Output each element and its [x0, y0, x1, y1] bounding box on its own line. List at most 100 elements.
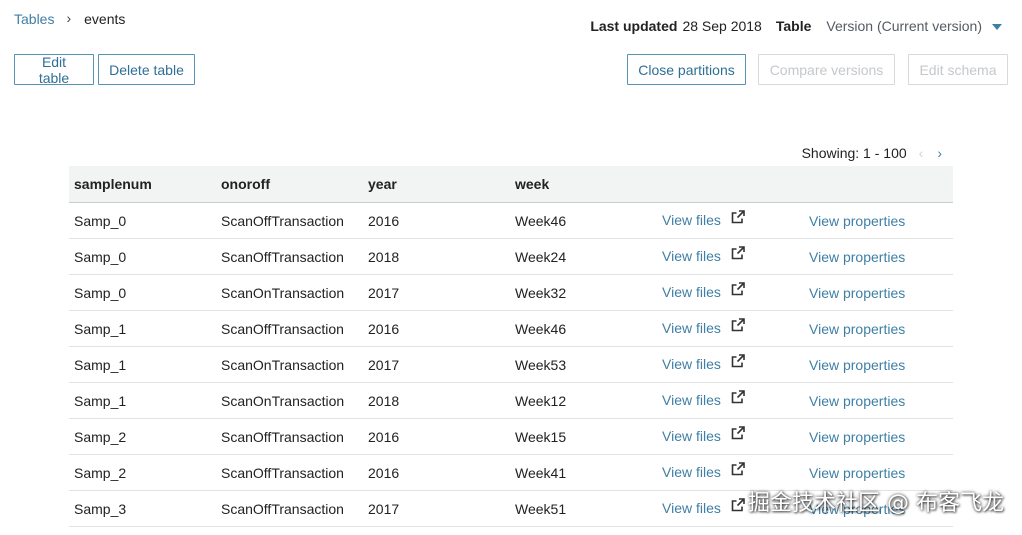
view-files-link[interactable]: View files — [662, 500, 721, 516]
table-cell: ScanOffTransaction — [216, 454, 363, 491]
column-header: onoroff — [216, 166, 363, 203]
view-files-cell: View files — [657, 202, 804, 239]
close-partitions-button[interactable]: Close partitions — [627, 54, 746, 85]
table-cell: Week15 — [510, 418, 657, 455]
table-label: Table — [775, 18, 812, 34]
table-row: Samp_0 ScanOffTransaction 2016 Week46 View f… — [69, 202, 953, 239]
view-files-link[interactable]: View files — [662, 248, 721, 264]
view-files-cell: View files — [657, 310, 804, 347]
view-properties-cell: View properties — [804, 238, 953, 275]
watermark: 掘金技术社区 @ 布客飞龙 — [748, 491, 1004, 516]
view-files-link[interactable]: View files — [662, 284, 721, 300]
last-updated-value: 28 Sep 2018 — [682, 18, 762, 34]
external-link-icon[interactable] — [731, 318, 745, 335]
view-properties-link[interactable]: View properties — [809, 321, 905, 337]
external-link-icon[interactable] — [731, 498, 745, 515]
table-cell: Week12 — [510, 382, 657, 419]
table-cell: Samp_1 — [69, 310, 216, 347]
table-cell: Samp_2 — [69, 454, 216, 491]
view-properties-cell: View properties — [804, 202, 953, 239]
view-files-link[interactable]: View files — [662, 212, 721, 228]
view-files-cell: View files — [657, 382, 804, 419]
external-link-icon[interactable] — [731, 246, 745, 263]
external-link-icon[interactable] — [731, 462, 745, 479]
view-files-link[interactable]: View files — [662, 356, 721, 372]
table-cell: 2017 — [363, 274, 510, 311]
table-meta: Last updated 28 Sep 2018 Table Version (… — [590, 18, 1002, 34]
table-cell: 2017 — [363, 490, 510, 527]
breadcrumb: Tables › events — [14, 10, 126, 27]
column-header-empty — [804, 166, 953, 203]
table-cell: ScanOnTransaction — [216, 382, 363, 419]
compare-versions-button[interactable]: Compare versions — [758, 54, 895, 85]
table-cell: Samp_0 — [69, 274, 216, 311]
view-files-link[interactable]: View files — [662, 392, 721, 408]
table-cell: ScanOffTransaction — [216, 202, 363, 239]
column-header: samplenum — [69, 166, 216, 203]
view-properties-cell: View properties — [804, 418, 953, 455]
pagination: Showing: 1 - 100 ‹ › — [802, 145, 942, 161]
table-cell: Week53 — [510, 346, 657, 383]
table-cell: Week32 — [510, 274, 657, 311]
table-cell: Week41 — [510, 454, 657, 491]
breadcrumb-tables-link[interactable]: Tables — [14, 11, 54, 27]
view-files-link[interactable]: View files — [662, 320, 721, 336]
table-row: Samp_0 ScanOnTransaction 2017 Week32 View fi… — [69, 274, 953, 311]
table-row: Samp_1 ScanOffTransaction 2016 Week46 View f… — [69, 310, 953, 347]
partitions-table: samplenum onoroff year week Samp_0 ScanOf… — [69, 166, 953, 527]
table-cell: ScanOnTransaction — [216, 274, 363, 311]
table-cell: Samp_1 — [69, 382, 216, 419]
pagination-showing: Showing: 1 - 100 — [801, 145, 907, 161]
view-properties-link[interactable]: View properties — [809, 249, 905, 265]
view-properties-link[interactable]: View properties — [809, 465, 905, 481]
view-files-link[interactable]: View files — [662, 464, 721, 480]
view-properties-cell: View properties — [804, 274, 953, 311]
table-cell: Samp_3 — [69, 490, 216, 527]
table-row: Samp_2 ScanOffTransaction 2016 Week15 View f… — [69, 418, 953, 455]
edit-schema-button[interactable]: Edit schema — [908, 54, 1008, 85]
external-link-icon[interactable] — [731, 354, 745, 371]
external-link-icon[interactable] — [731, 426, 745, 443]
view-properties-link[interactable]: View properties — [809, 393, 905, 409]
view-files-link[interactable]: View files — [662, 428, 721, 444]
chevron-right-icon[interactable]: › — [937, 145, 942, 161]
table-cell: Samp_0 — [69, 238, 216, 275]
table-body: Samp_0 ScanOffTransaction 2016 Week46 View f… — [69, 202, 953, 527]
table-cell: 2016 — [363, 202, 510, 239]
view-files-cell: View files — [657, 346, 804, 383]
version-select-value: Version (Current version) — [826, 18, 982, 34]
table-cell: ScanOffTransaction — [216, 310, 363, 347]
view-properties-link[interactable]: View properties — [809, 213, 905, 229]
version-select[interactable]: Version (Current version) — [826, 18, 1002, 34]
view-files-cell: View files — [657, 418, 804, 455]
view-properties-link[interactable]: View properties — [809, 429, 905, 445]
table-cell: ScanOffTransaction — [216, 238, 363, 275]
external-link-icon[interactable] — [731, 210, 745, 227]
view-properties-link[interactable]: View properties — [809, 357, 905, 373]
table-cell: 2018 — [363, 382, 510, 419]
table-cell: 2017 — [363, 346, 510, 383]
table-cell: ScanOnTransaction — [216, 346, 363, 383]
view-files-cell: View files — [657, 274, 804, 311]
table-cell: Week24 — [510, 238, 657, 275]
external-link-icon[interactable] — [731, 282, 745, 299]
table-header-row: samplenum onoroff year week — [69, 166, 953, 203]
table-row: Samp_0 ScanOffTransaction 2018 Week24 View f… — [69, 238, 953, 275]
view-properties-link[interactable]: View properties — [809, 285, 905, 301]
table-cell: Week46 — [510, 202, 657, 239]
table-cell: 2016 — [363, 418, 510, 455]
caret-down-icon — [992, 24, 1002, 30]
table-cell: 2018 — [363, 238, 510, 275]
table-cell: 2016 — [363, 310, 510, 347]
table-row: Samp_1 ScanOnTransaction 2017 Week53 View fi… — [69, 346, 953, 383]
external-link-icon[interactable] — [731, 390, 745, 407]
table-cell: 2016 — [363, 454, 510, 491]
delete-table-button[interactable]: Delete table — [98, 54, 195, 85]
view-properties-cell: View properties — [804, 346, 953, 383]
breadcrumb-current: events — [84, 11, 126, 27]
chevron-left-icon[interactable]: ‹ — [919, 145, 924, 161]
column-header: week — [510, 166, 657, 203]
view-properties-cell: View properties — [804, 310, 953, 347]
edit-table-button[interactable]: Edit table — [14, 54, 94, 86]
table-cell: Week51 — [510, 490, 657, 527]
